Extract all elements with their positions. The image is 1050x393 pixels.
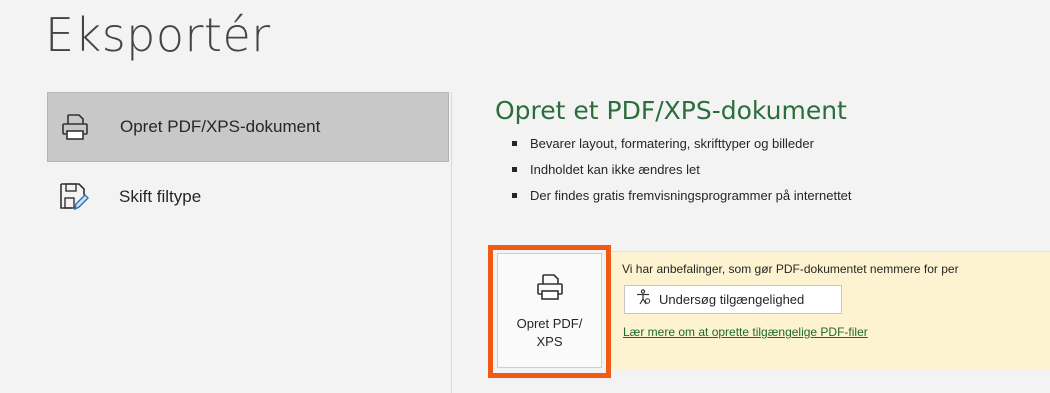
list-item: Der findes gratis fremvisningsprogrammer… [512,186,852,212]
create-button-label-line1: Opret PDF/ [516,316,583,331]
panel-divider [451,92,452,393]
save-as-icon [57,180,91,214]
learn-more-link[interactable]: Lær mere om at oprette tilgængelige PDF-… [623,325,868,339]
accessibility-icon [635,289,651,310]
sidebar-item-create-pdf[interactable]: Opret PDF/XPS-dokument [47,92,449,162]
printer-icon [58,110,92,144]
sidebar-nav: Opret PDF/XPS-dokument Skift filtype [47,92,449,232]
list-item: Bevarer layout, formatering, skrifttyper… [512,134,852,160]
create-button-label: Opret PDF/ XPS [505,315,595,351]
check-accessibility-button[interactable]: Undersøg tilgængelighed [624,285,842,314]
feature-list: Bevarer layout, formatering, skrifttyper… [512,134,852,212]
sidebar-item-label: Skift filtype [119,187,202,206]
list-item: Indholdet kan ikke ændres let [512,160,852,186]
create-button-label-line2: XPS [536,334,563,349]
section-title: Opret et PDF/XPS-dokument [495,96,847,125]
sidebar-item-label: Opret PDF/XPS-dokument [120,117,321,136]
sidebar-item-change-file-type[interactable]: Skift filtype [47,162,449,232]
check-button-label: Undersøg tilgængelighed [659,292,805,307]
info-text: Vi har anbefalinger, som gør PDF-dokumen… [622,262,959,276]
create-pdf-xps-button[interactable]: Opret PDF/ XPS [497,253,602,368]
page-title: Eksportér [45,8,271,62]
printer-icon [535,272,565,307]
accessibility-info-panel: Vi har anbefalinger, som gør PDF-dokumen… [612,251,1050,370]
